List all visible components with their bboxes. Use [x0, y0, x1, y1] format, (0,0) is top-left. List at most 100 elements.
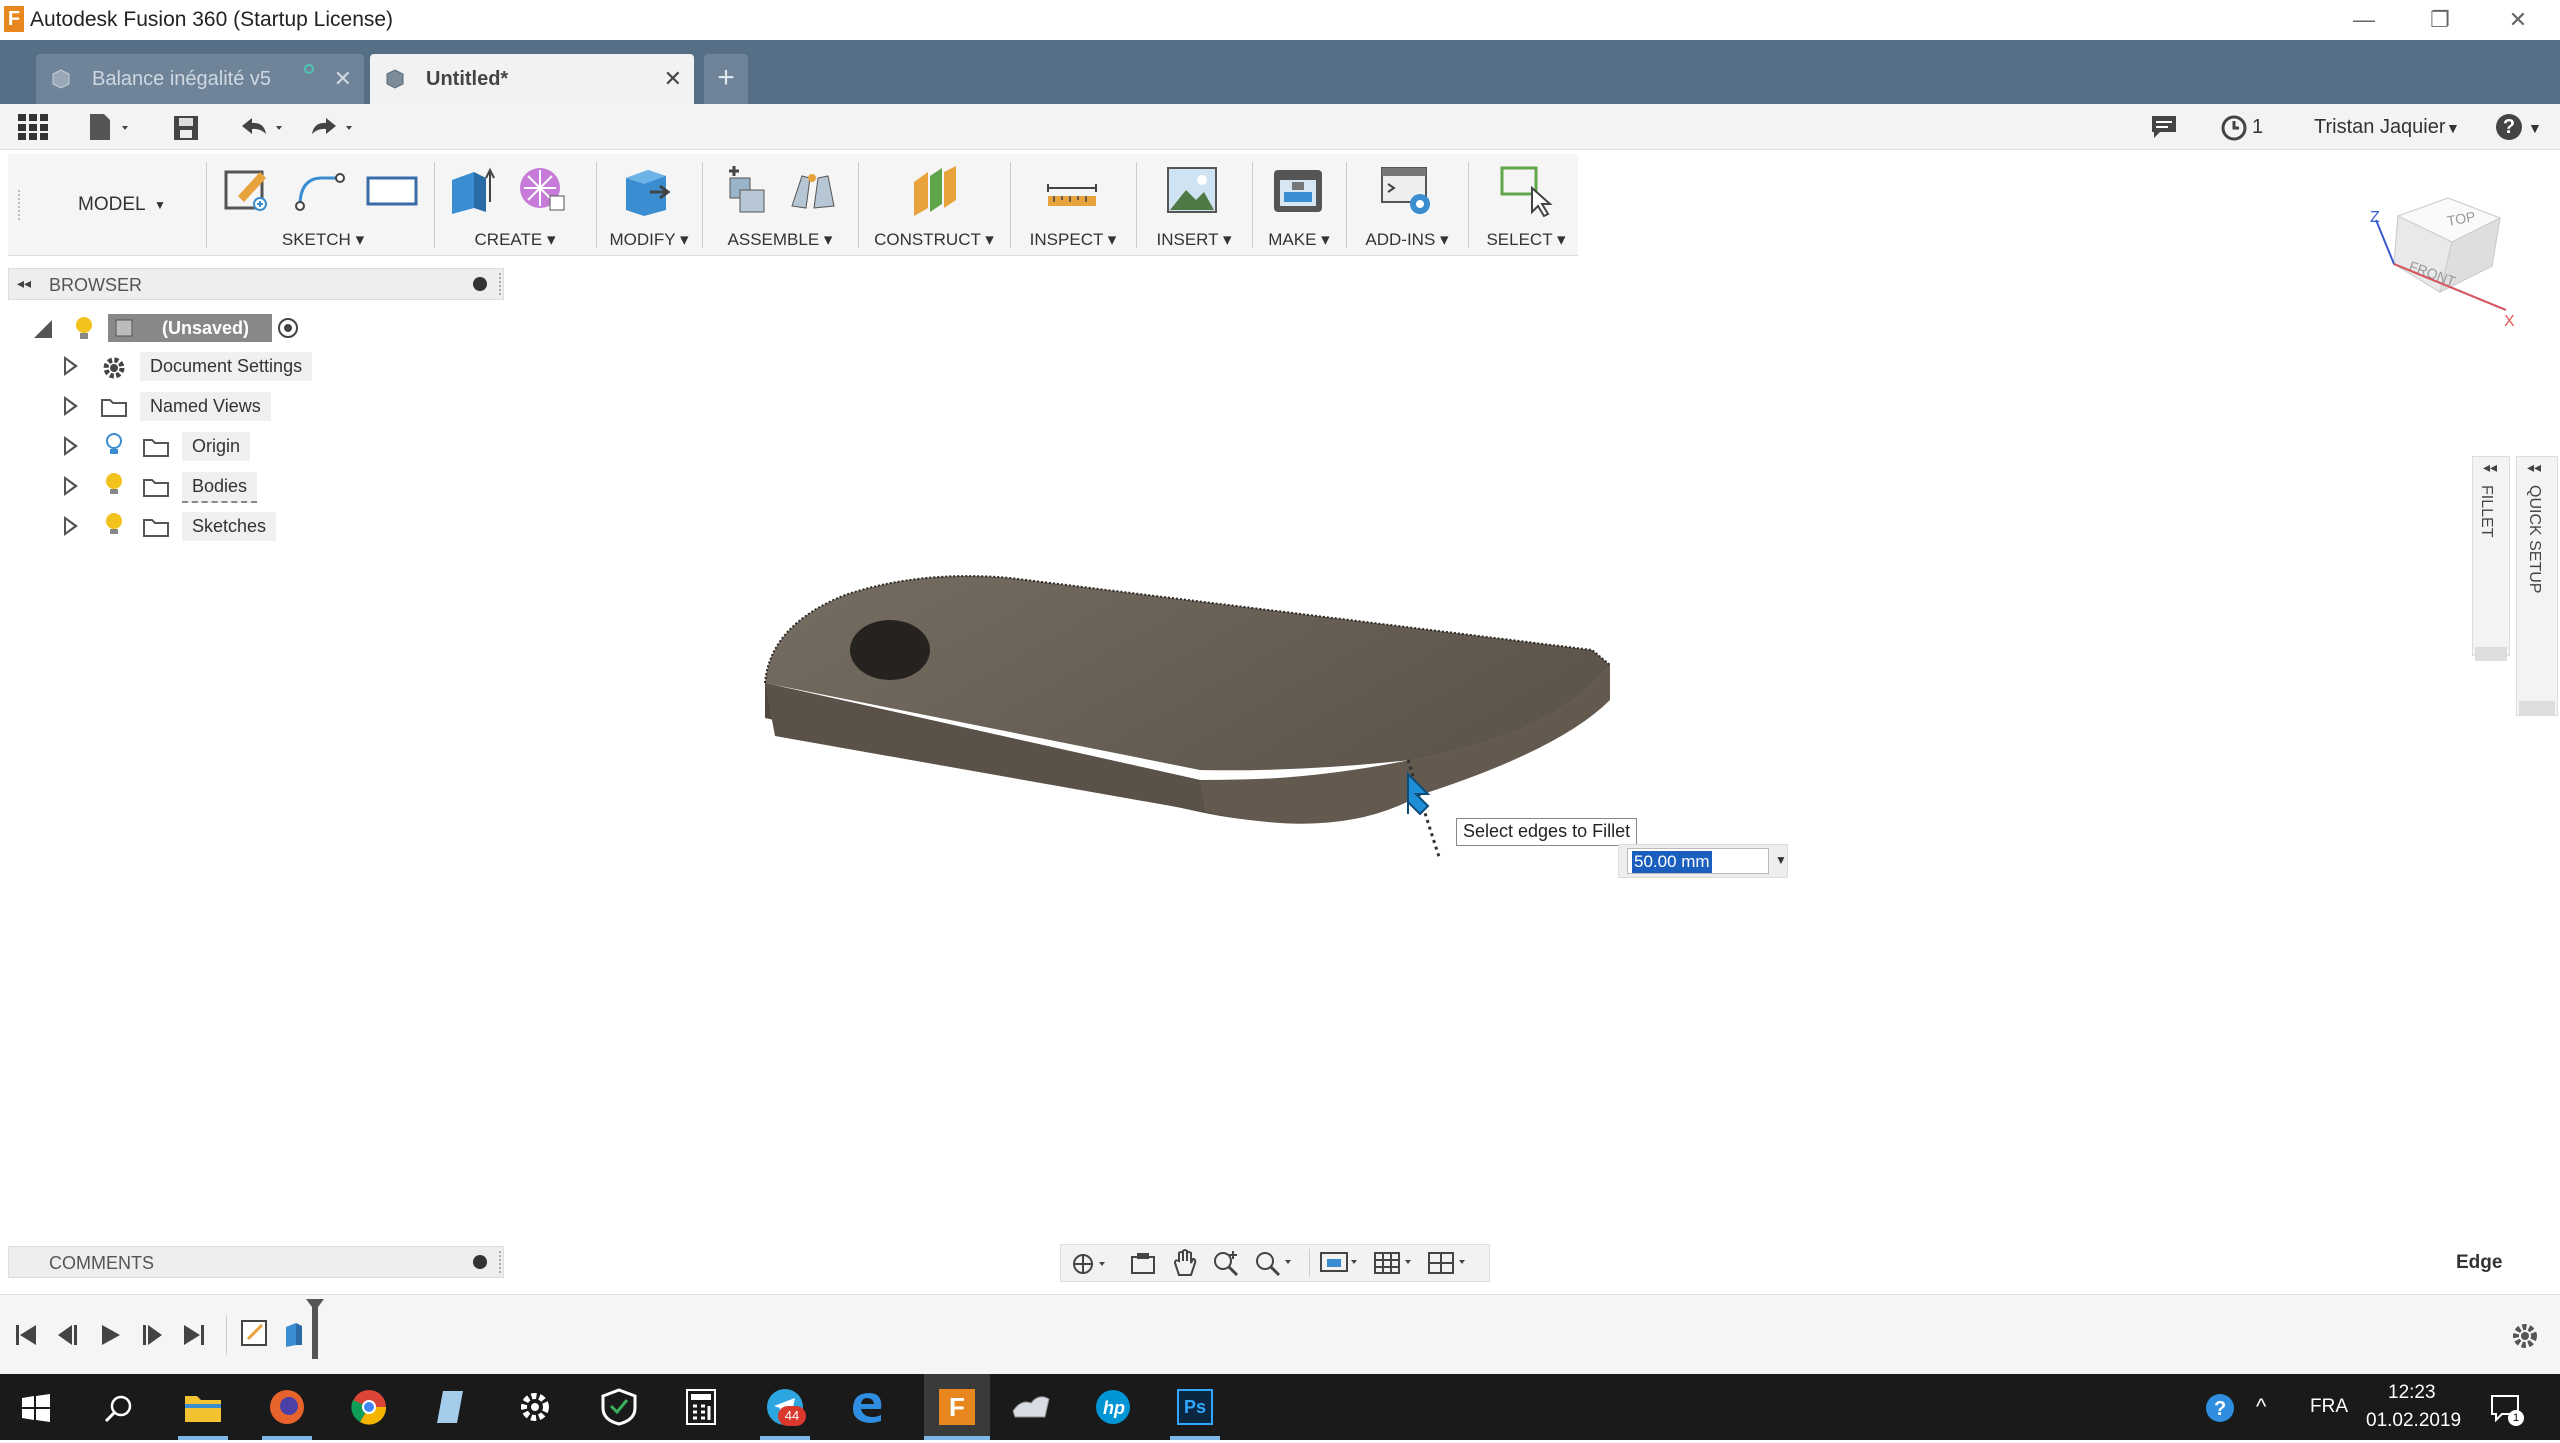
- chevron-down-icon[interactable]: ▼: [2528, 120, 2542, 136]
- select-menu[interactable]: SELECT ▾: [1474, 230, 1578, 250]
- chrome-icon[interactable]: [344, 1382, 394, 1432]
- fit-zoom-icon[interactable]: [1253, 1249, 1297, 1277]
- grid-settings-icon[interactable]: [1373, 1249, 1417, 1277]
- visibility-bulb-icon[interactable]: [104, 512, 124, 538]
- calculator-icon[interactable]: [676, 1382, 726, 1432]
- tab-untitled[interactable]: Untitled* ✕: [370, 54, 694, 104]
- security-shield-icon[interactable]: [594, 1382, 644, 1432]
- redo-icon[interactable]: [308, 114, 358, 142]
- create-form-icon[interactable]: [516, 162, 572, 218]
- tree-item-sketches[interactable]: Sketches: [182, 512, 277, 541]
- viewcube[interactable]: TOP FRONT Z X: [2368, 192, 2518, 332]
- help-tray-icon[interactable]: ?: [2204, 1392, 2236, 1424]
- fusion360-taskbar-icon[interactable]: F: [932, 1382, 982, 1432]
- inspect-menu[interactable]: INSPECT ▾: [1016, 230, 1130, 250]
- restore-button[interactable]: ❐: [2410, 4, 2470, 36]
- timeline-sketch-feature-icon[interactable]: [240, 1317, 272, 1349]
- extrude-icon[interactable]: [444, 162, 500, 218]
- make-menu[interactable]: MAKE ▾: [1258, 230, 1340, 250]
- browser-panel-header[interactable]: ◂◂ BROWSER: [8, 268, 504, 300]
- select-cursor-icon[interactable]: [1498, 162, 1554, 218]
- tab-balance[interactable]: Balance inégalité v5 ✕: [36, 54, 364, 104]
- expand-icon[interactable]: ◂◂: [2483, 459, 2497, 476]
- step-back-icon[interactable]: [56, 1323, 80, 1347]
- language-indicator[interactable]: FRA: [2310, 1396, 2348, 1418]
- close-tab-icon[interactable]: ✕: [334, 66, 352, 92]
- insert-menu[interactable]: INSERT ▾: [1142, 230, 1246, 250]
- look-at-icon[interactable]: [1129, 1251, 1157, 1277]
- skip-to-start-icon[interactable]: [14, 1323, 38, 1347]
- chevron-down-icon[interactable]: ▼: [2446, 120, 2460, 136]
- visibility-bulb-icon[interactable]: [74, 316, 94, 342]
- edge-browser-icon[interactable]: [842, 1382, 892, 1432]
- data-panel-grid-icon[interactable]: [18, 114, 48, 140]
- settings-gear-icon[interactable]: [510, 1382, 560, 1432]
- job-status-clock-icon[interactable]: [2220, 114, 2248, 142]
- viewports-icon[interactable]: [1427, 1249, 1471, 1277]
- assemble-menu[interactable]: ASSEMBLE ▾: [708, 230, 852, 250]
- expand-icon[interactable]: ◂◂: [2527, 459, 2541, 476]
- orbit-icon[interactable]: [1071, 1251, 1111, 1277]
- comments-icon[interactable]: [2150, 114, 2178, 140]
- modify-menu[interactable]: MODIFY ▾: [602, 230, 696, 250]
- chevron-down-icon[interactable]: ▼: [1775, 853, 1787, 867]
- clock-time[interactable]: 12:23: [2388, 1382, 2436, 1404]
- collapse-icon[interactable]: ◂◂: [17, 275, 31, 292]
- offset-plane-icon[interactable]: [906, 162, 962, 218]
- job-count[interactable]: 1: [2252, 116, 2263, 139]
- new-tab-button[interactable]: +: [704, 54, 748, 104]
- addins-menu[interactable]: ADD-INS ▾: [1352, 230, 1462, 250]
- zoom-icon[interactable]: [1211, 1249, 1241, 1277]
- pan-hand-icon[interactable]: [1171, 1249, 1199, 1277]
- create-sketch-icon[interactable]: [220, 162, 276, 218]
- timeline-marker[interactable]: [312, 1303, 318, 1359]
- quick-setup-collapsed[interactable]: ◂◂ QUICK SETUP: [2516, 456, 2558, 716]
- file-menu-icon[interactable]: [88, 112, 132, 142]
- activate-radio-icon[interactable]: [278, 318, 298, 338]
- model-hole[interactable]: [850, 620, 930, 680]
- tree-item-named-views[interactable]: Named Views: [140, 392, 271, 421]
- search-icon[interactable]: [104, 1394, 134, 1424]
- distance-value[interactable]: 50.00 mm: [1632, 851, 1712, 873]
- fillet-distance-field[interactable]: 50.00 mm ▼: [1618, 844, 1788, 878]
- timeline-settings-gear-icon[interactable]: [2510, 1321, 2540, 1351]
- tree-item-document-settings[interactable]: Document Settings: [140, 352, 313, 381]
- visibility-bulb-icon[interactable]: [104, 472, 124, 498]
- insert-image-icon[interactable]: [1164, 162, 1220, 218]
- undo-icon[interactable]: [238, 114, 288, 142]
- measure-icon[interactable]: [1044, 162, 1100, 218]
- show-hidden-icons-icon[interactable]: ^: [2256, 1394, 2266, 1420]
- step-forward-icon[interactable]: [140, 1323, 164, 1347]
- new-component-icon[interactable]: [716, 162, 772, 218]
- rectangle-tool-icon[interactable]: [364, 162, 420, 218]
- construct-menu[interactable]: CONSTRUCT ▾: [864, 230, 1004, 250]
- comments-panel-header[interactable]: COMMENTS: [8, 1246, 504, 1278]
- clock-date[interactable]: 01.02.2019: [2366, 1410, 2461, 1432]
- tree-item-bodies[interactable]: Bodies: [182, 472, 258, 503]
- file-explorer-icon[interactable]: [178, 1382, 228, 1432]
- joint-icon[interactable]: [784, 162, 840, 218]
- display-settings-icon[interactable]: [1319, 1249, 1363, 1277]
- collapse-triangle-icon[interactable]: [34, 320, 52, 338]
- app-shoe-icon[interactable]: [1006, 1382, 1056, 1432]
- save-icon[interactable]: [172, 114, 200, 142]
- skip-to-end-icon[interactable]: [182, 1323, 206, 1347]
- hp-icon[interactable]: hp: [1088, 1382, 1138, 1432]
- toolbar-grip[interactable]: [18, 190, 22, 220]
- play-icon[interactable]: [98, 1323, 122, 1347]
- windows-start-icon[interactable]: [22, 1394, 50, 1422]
- line-tool-icon[interactable]: [292, 162, 348, 218]
- root-component[interactable]: (Unsaved): [108, 314, 272, 342]
- visibility-bulb-icon[interactable]: [104, 432, 124, 458]
- scripts-addins-icon[interactable]: [1378, 162, 1434, 218]
- app-glass-icon[interactable]: [426, 1382, 476, 1432]
- minimize-panel-icon[interactable]: [473, 277, 487, 291]
- press-pull-icon[interactable]: [620, 162, 676, 218]
- user-account-menu[interactable]: Tristan Jaquier: [2314, 116, 2446, 139]
- help-icon[interactable]: ?: [2496, 114, 2522, 140]
- minimize-button[interactable]: —: [2334, 4, 2394, 36]
- close-window-button[interactable]: ✕: [2488, 4, 2548, 36]
- sketch-menu[interactable]: SKETCH ▾: [216, 230, 430, 250]
- timeline-extrude-feature-icon[interactable]: [280, 1317, 312, 1349]
- fillet-dialog-collapsed[interactable]: ◂◂ FILLET: [2472, 456, 2510, 661]
